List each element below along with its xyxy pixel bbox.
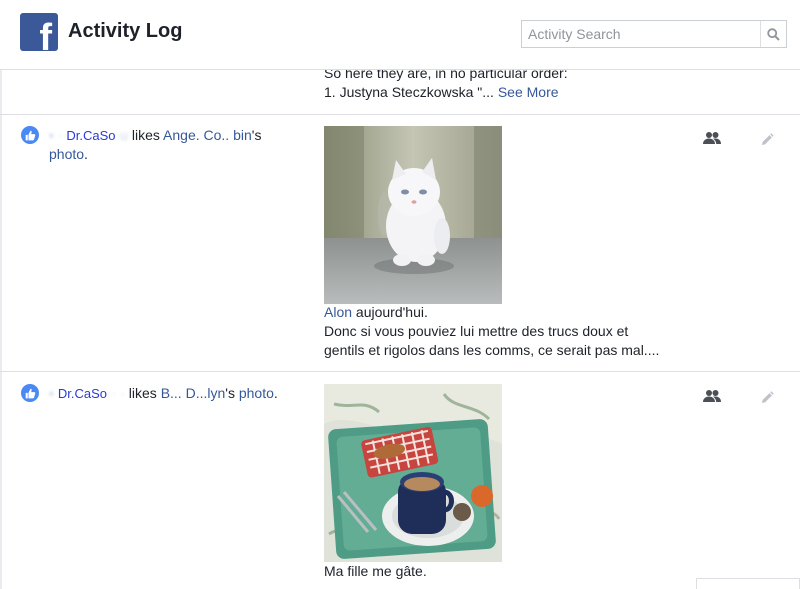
top-header: f Activity Log xyxy=(0,0,800,70)
friends-icon[interactable] xyxy=(703,131,721,145)
thumbs-up-icon xyxy=(21,384,39,402)
caption-text-1: aujourd'hui. xyxy=(352,304,428,320)
activity-search-box xyxy=(521,20,787,48)
chat-bar-edge[interactable] xyxy=(696,578,800,589)
entry-divider xyxy=(0,114,800,115)
photo-caption: Alon aujourd'hui. Donc si vous pouviez l… xyxy=(324,303,704,360)
pencil-icon[interactable] xyxy=(760,391,774,405)
caption-text-2: Donc si vous pouviez lui mettre des truc… xyxy=(324,323,629,339)
verb-text: likes xyxy=(131,127,160,143)
friends-icon[interactable] xyxy=(703,389,721,403)
photo-link[interactable]: photo xyxy=(239,385,274,401)
caption-text-3: gentils et rigolos dans les comms, ce se… xyxy=(324,342,660,358)
activity-search-input[interactable] xyxy=(522,21,760,47)
user-name-link[interactable]: Dr.CaSo xyxy=(66,128,115,143)
entry-summary: ▪ · Dr.CaSo·u likes Ange. Co.. bin's pho… xyxy=(49,127,262,162)
search-icon xyxy=(767,27,780,41)
entry-summary: ▪ Dr.CaSo·· · likes B... D...lyn's photo… xyxy=(49,385,278,401)
caption-text-1: Ma fille me gâte. xyxy=(324,563,427,579)
page-title: Activity Log xyxy=(68,20,183,42)
search-button[interactable] xyxy=(760,21,786,47)
user-name-link[interactable]: Dr.CaSo xyxy=(58,386,107,401)
see-more-link[interactable]: See More xyxy=(498,84,559,100)
activity-feed: So here they are, in no particular order… xyxy=(0,0,800,589)
photo-caption: Ma fille me gâte. xyxy=(324,562,704,581)
entry-divider xyxy=(0,371,800,372)
owner-name-link[interactable]: Ange. Co.. bin xyxy=(163,127,252,143)
facebook-logo-icon[interactable]: f xyxy=(20,13,58,51)
left-border xyxy=(0,70,2,589)
previous-entry-line-2: 1. Justyna Steczkowska "... xyxy=(324,84,494,100)
photo-link[interactable]: photo xyxy=(49,146,84,162)
thumbs-up-icon xyxy=(21,126,39,144)
breakfast-tray-photo[interactable] xyxy=(324,384,502,562)
tagged-name-link[interactable]: Alon xyxy=(324,304,352,320)
owner-name-link[interactable]: B... D...lyn xyxy=(161,385,226,401)
kitten-photo[interactable] xyxy=(324,126,502,304)
pencil-icon[interactable] xyxy=(760,133,774,147)
possessive-text: 's xyxy=(225,385,235,401)
verb-text: likes xyxy=(128,385,157,401)
possessive-text: 's xyxy=(251,127,262,143)
